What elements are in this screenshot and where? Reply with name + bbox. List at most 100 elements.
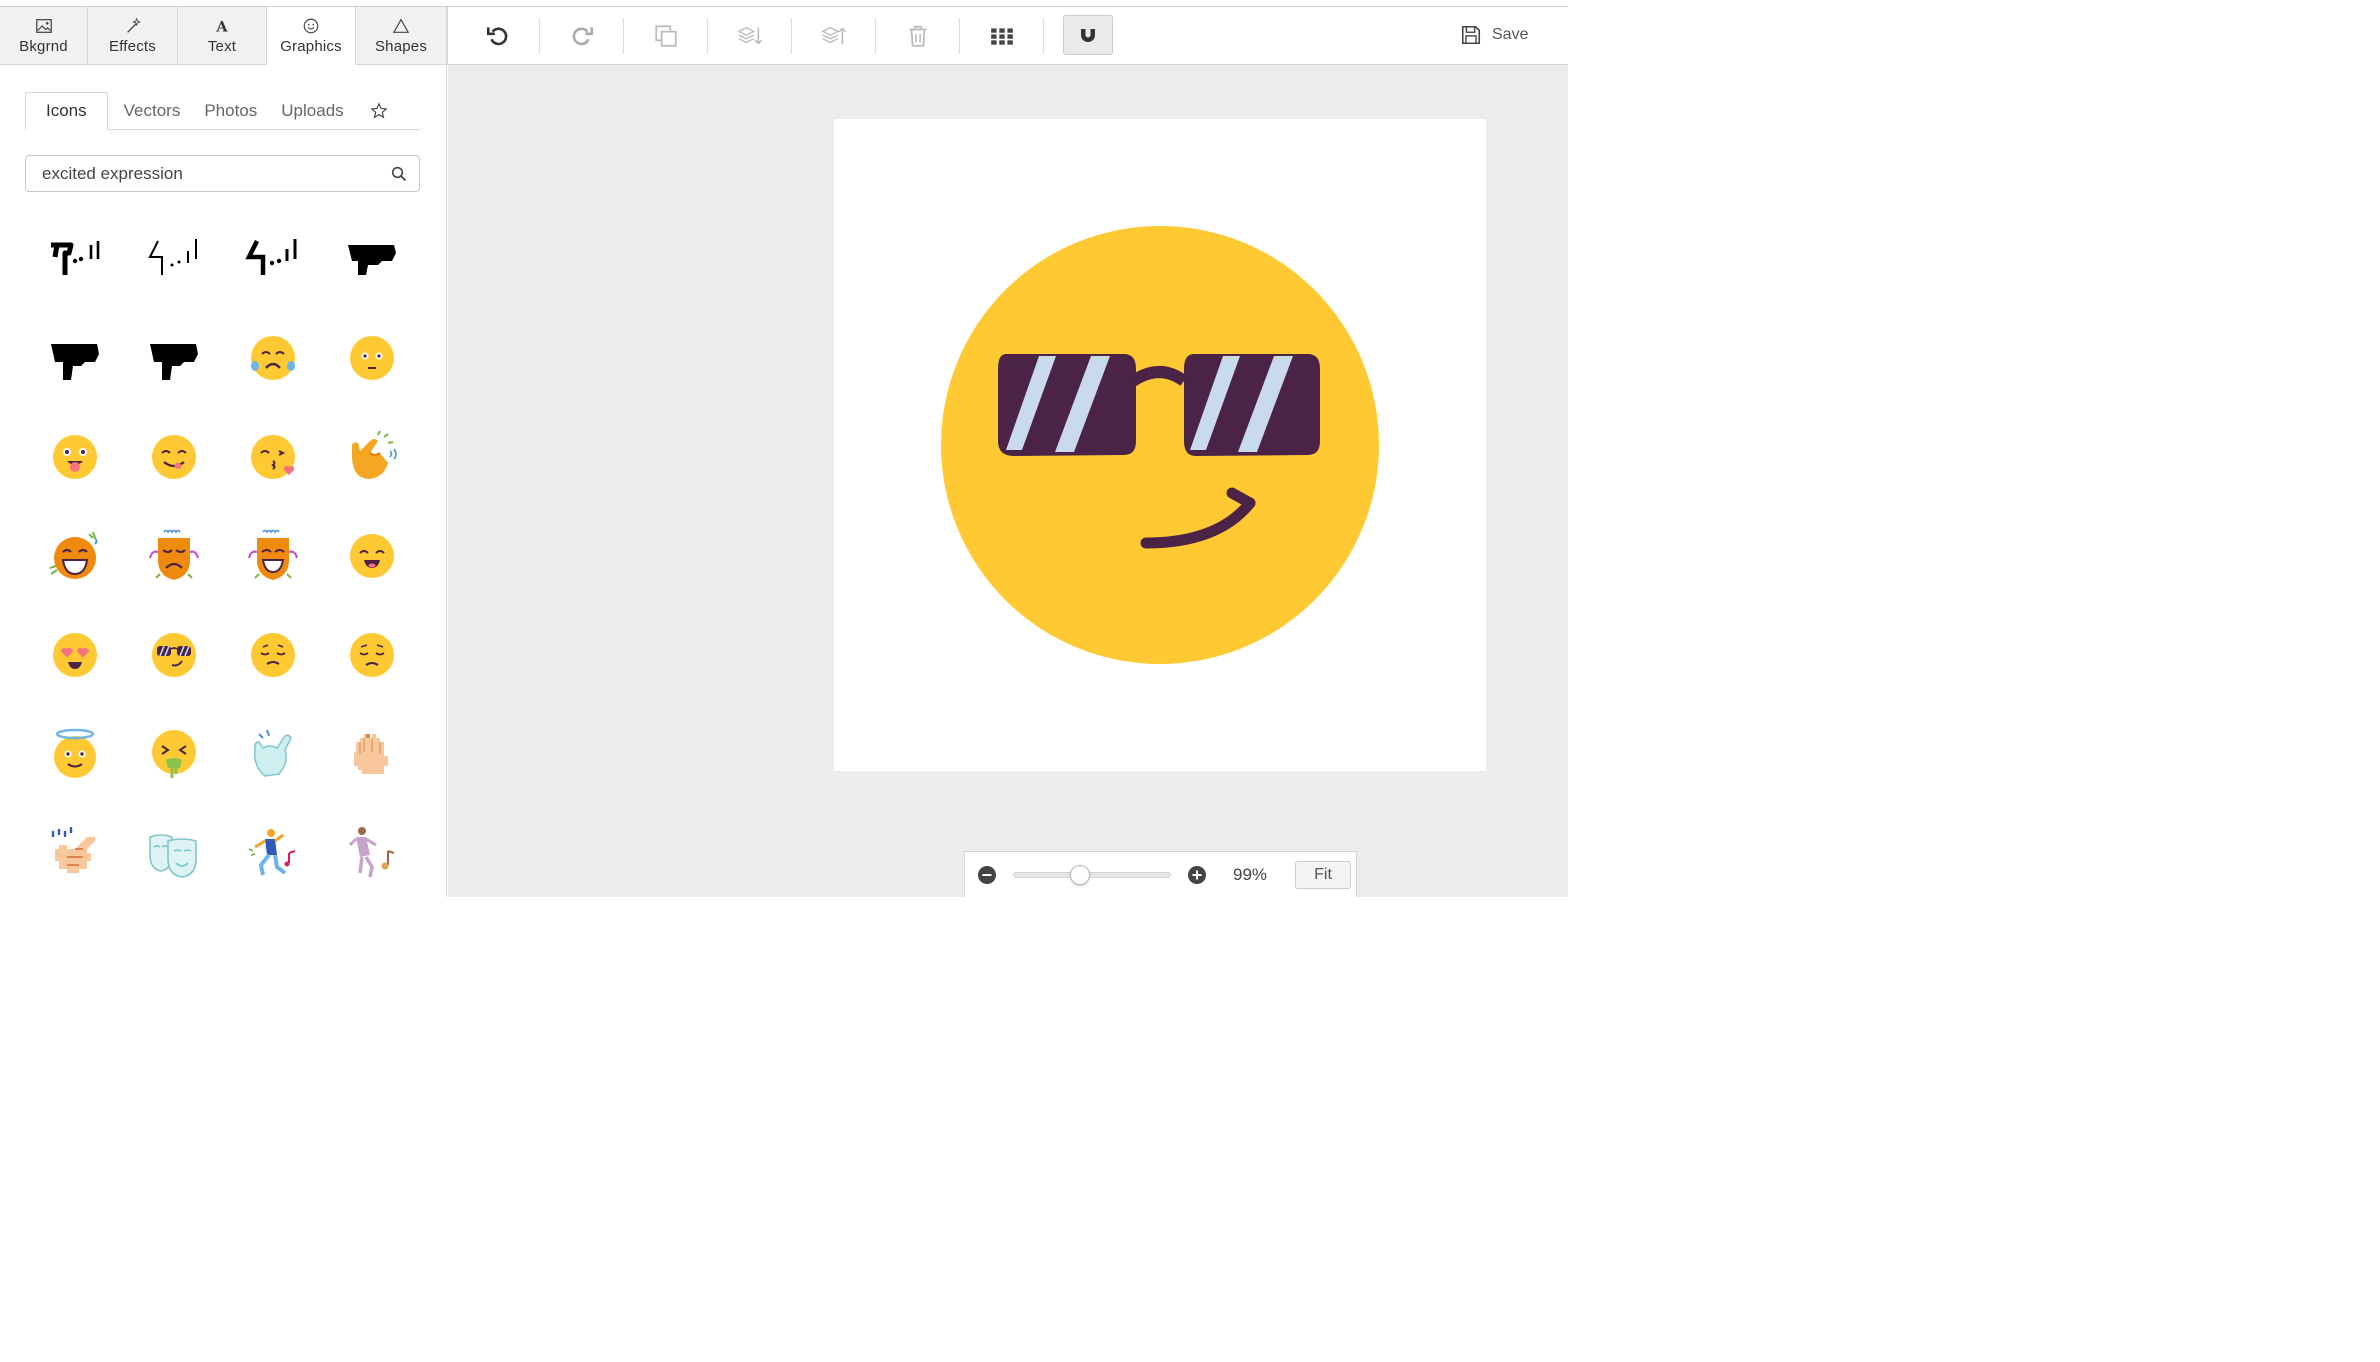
sub-tab-photos[interactable]: Photos bbox=[192, 92, 269, 129]
zoom-out-icon[interactable] bbox=[977, 865, 997, 885]
sub-tab-uploads[interactable]: Uploads bbox=[269, 92, 355, 129]
design-canvas[interactable] bbox=[834, 119, 1486, 771]
bring-forward-button[interactable] bbox=[792, 7, 876, 64]
grinning-face-icon bbox=[349, 533, 394, 578]
search-field bbox=[25, 155, 420, 192]
delete-button[interactable] bbox=[876, 7, 960, 64]
sleepy-face-icon bbox=[250, 632, 295, 677]
hand-palm-down-icon bbox=[347, 244, 396, 275]
result-item[interactable] bbox=[124, 209, 223, 308]
result-item[interactable] bbox=[223, 308, 322, 407]
duplicate-icon bbox=[655, 24, 677, 47]
result-item[interactable] bbox=[25, 605, 124, 704]
redo-icon bbox=[572, 26, 594, 45]
tab-bkgrnd[interactable]: Bkgrnd bbox=[0, 7, 88, 65]
result-item[interactable] bbox=[223, 605, 322, 704]
result-item[interactable] bbox=[25, 407, 124, 506]
result-item[interactable] bbox=[124, 803, 223, 902]
result-item[interactable] bbox=[223, 704, 322, 803]
tab-label: Bkgrnd bbox=[19, 37, 68, 55]
disappointed-face-icon bbox=[349, 632, 394, 677]
hand-tremor-icon bbox=[50, 240, 99, 275]
result-item[interactable] bbox=[124, 605, 223, 704]
result-item[interactable] bbox=[124, 407, 223, 506]
yummy-face-icon bbox=[151, 434, 196, 479]
result-item[interactable] bbox=[25, 209, 124, 308]
tab-text[interactable]: A Text bbox=[178, 7, 267, 65]
tab-shapes[interactable]: Shapes bbox=[356, 7, 447, 65]
tab-graphics[interactable]: Graphics bbox=[267, 7, 356, 65]
kissing-face-icon bbox=[250, 434, 295, 479]
text-icon: A bbox=[215, 18, 228, 35]
star-icon bbox=[370, 101, 388, 118]
result-item[interactable] bbox=[223, 506, 322, 605]
raised-hand-icon bbox=[353, 733, 388, 774]
send-backward-icon bbox=[737, 26, 763, 45]
tongue-out-face-icon bbox=[52, 434, 97, 479]
save-button[interactable]: Save bbox=[1460, 15, 1550, 55]
magnet-icon bbox=[1081, 26, 1095, 42]
zoom-level: 99% bbox=[1233, 864, 1268, 884]
result-item[interactable] bbox=[322, 605, 421, 704]
hand-point-down-icon bbox=[50, 343, 99, 380]
result-item[interactable] bbox=[124, 308, 223, 407]
pointing-hand-icon bbox=[253, 729, 292, 777]
result-item[interactable] bbox=[223, 803, 322, 902]
result-item[interactable] bbox=[25, 308, 124, 407]
tab-label: Effects bbox=[109, 37, 156, 55]
sub-tab-vectors[interactable]: Vectors bbox=[108, 92, 193, 129]
fit-button[interactable]: Fit bbox=[1295, 860, 1351, 889]
sunglasses-face-icon[interactable] bbox=[834, 119, 1486, 771]
sad-mask-icon bbox=[148, 529, 199, 580]
redo-button[interactable] bbox=[540, 7, 624, 64]
tab-label: Text bbox=[207, 37, 237, 55]
result-item[interactable] bbox=[322, 209, 421, 308]
happy-mask-icon bbox=[247, 529, 298, 580]
angel-face-icon bbox=[53, 728, 96, 778]
result-item[interactable] bbox=[322, 407, 421, 506]
result-item[interactable] bbox=[223, 407, 322, 506]
toolbar: Save bbox=[447, 7, 1568, 65]
result-item[interactable] bbox=[25, 506, 124, 605]
zoom-in-icon[interactable] bbox=[1187, 865, 1207, 885]
search-icon[interactable] bbox=[391, 166, 407, 182]
trash-icon bbox=[909, 25, 927, 47]
tab-label: Shapes bbox=[374, 37, 428, 55]
sub-tab-favorites[interactable] bbox=[356, 92, 402, 129]
zoom-slider[interactable] bbox=[1013, 864, 1171, 885]
graphics-panel: Icons Vectors Photos Uploads bbox=[0, 65, 447, 897]
search-input[interactable] bbox=[42, 163, 391, 184]
zoom-bar: 99% Fit bbox=[964, 851, 1357, 897]
dancing-man-icon bbox=[248, 828, 295, 875]
dancing-woman-icon bbox=[348, 826, 394, 877]
result-item[interactable] bbox=[223, 209, 322, 308]
result-item[interactable] bbox=[322, 803, 421, 902]
result-item[interactable] bbox=[322, 704, 421, 803]
hand-tremor-outline-icon bbox=[147, 238, 197, 275]
crying-face-icon bbox=[250, 335, 295, 380]
graphics-sub-tabs: Icons Vectors Photos Uploads bbox=[25, 92, 420, 130]
editor-app: Bkgrnd Effects A Text Graphics Shapes Sa… bbox=[0, 0, 1568, 897]
result-item[interactable] bbox=[25, 803, 124, 902]
laughing-face-icon bbox=[49, 531, 97, 579]
canvas-workspace: 99% Fit bbox=[448, 65, 1568, 897]
floppy-disk-icon bbox=[1461, 25, 1481, 45]
result-item[interactable] bbox=[322, 308, 421, 407]
zoom-slider-knob[interactable] bbox=[1069, 864, 1090, 885]
snap-toggle-button[interactable] bbox=[1063, 15, 1113, 55]
result-item[interactable] bbox=[25, 704, 124, 803]
undo-button[interactable] bbox=[456, 7, 540, 64]
duplicate-button[interactable] bbox=[624, 7, 708, 64]
undo-icon bbox=[486, 26, 508, 45]
result-item[interactable] bbox=[124, 506, 223, 605]
result-item[interactable] bbox=[322, 506, 421, 605]
toolbar-divider bbox=[1043, 18, 1044, 54]
heart-eyes-face-icon bbox=[52, 632, 97, 677]
grid-button[interactable] bbox=[960, 7, 1044, 64]
sub-tab-icons[interactable]: Icons bbox=[25, 92, 108, 130]
tab-effects[interactable]: Effects bbox=[88, 7, 178, 65]
pointing-hand-pixel-icon bbox=[51, 826, 95, 873]
bring-forward-icon bbox=[821, 26, 847, 44]
send-backward-button[interactable] bbox=[708, 7, 792, 64]
result-item[interactable] bbox=[124, 704, 223, 803]
